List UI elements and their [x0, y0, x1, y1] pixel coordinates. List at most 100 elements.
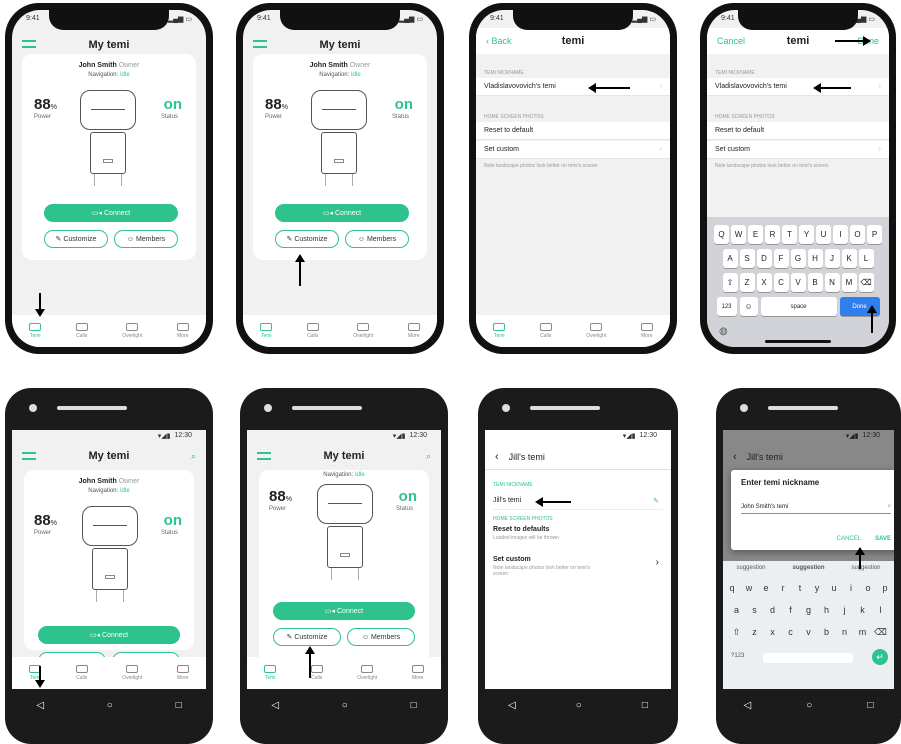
cancel-button[interactable]: CANCEL [837, 536, 861, 542]
tab-more[interactable]: More [407, 323, 420, 339]
key[interactable]: C [773, 273, 789, 292]
key[interactable]: k [855, 605, 871, 615]
home-icon[interactable]: ○ [576, 700, 582, 711]
key[interactable]: n [837, 627, 853, 638]
key[interactable]: L [858, 249, 874, 268]
key[interactable]: a [729, 605, 745, 615]
key[interactable]: B [807, 273, 823, 292]
shift-icon[interactable]: ⇧ [729, 627, 745, 638]
customize-button[interactable]: ✎ Customize [275, 230, 339, 248]
key[interactable]: W [731, 225, 746, 244]
cancel-button[interactable]: Cancel [717, 36, 745, 46]
key[interactable]: A [722, 249, 738, 268]
key[interactable]: X [756, 273, 772, 292]
key[interactable]: N [824, 273, 840, 292]
emoji-icon[interactable]: ☺ [739, 297, 758, 316]
tab-overlight[interactable]: Overlight [586, 323, 606, 339]
tab-more[interactable]: More [176, 323, 189, 339]
back-arrow-icon[interactable]: ‹ [723, 451, 747, 463]
key[interactable]: c [783, 627, 799, 638]
reset-row[interactable]: Reset to default [476, 122, 670, 140]
tab-overlight[interactable]: Overlight [122, 665, 142, 681]
backspace-icon[interactable]: ⌫ [873, 627, 889, 638]
suggestion[interactable]: suggestion [851, 565, 880, 571]
key[interactable]: D [756, 249, 772, 268]
pencil-icon[interactable]: ✎ [653, 497, 659, 505]
menu-icon[interactable] [22, 452, 36, 460]
home-icon[interactable]: ○ [806, 700, 812, 711]
tab-calls[interactable]: Calls [539, 323, 552, 339]
nickname-row[interactable]: Vladislavovovich's temi › [476, 78, 670, 96]
back-button[interactable]: ‹ Back [486, 36, 512, 46]
backspace-icon[interactable]: ⌫ [858, 273, 874, 292]
set-custom-row[interactable]: Set custom [493, 556, 531, 563]
key[interactable]: G [790, 249, 806, 268]
back-icon[interactable]: ◁ [744, 700, 752, 711]
menu-icon[interactable] [22, 40, 36, 48]
suggestion[interactable]: suggestion [736, 565, 765, 571]
key[interactable]: Q [714, 225, 729, 244]
recents-icon[interactable]: □ [642, 700, 648, 711]
tab-calls[interactable]: Calls [306, 323, 319, 339]
customize-button[interactable]: ✎ Customize [44, 230, 108, 248]
key[interactable]: z [747, 627, 763, 638]
numbers-key[interactable]: 123 [716, 297, 737, 316]
key[interactable]: K [841, 249, 857, 268]
tab-temi[interactable]: Temi [264, 665, 277, 681]
key[interactable]: p [877, 583, 893, 593]
connect-button[interactable]: ▭◂ Connect [273, 602, 415, 620]
members-button[interactable]: ☺ Members [347, 628, 415, 646]
nickname-input[interactable]: John Smith's temi × [741, 500, 891, 514]
key[interactable]: t [792, 583, 808, 593]
key[interactable]: H [807, 249, 823, 268]
tab-calls[interactable]: Calls [75, 323, 88, 339]
key[interactable]: M [841, 273, 857, 292]
enter-icon[interactable]: ↵ [872, 649, 888, 665]
reset-row[interactable]: Reset to default [707, 122, 889, 140]
key[interactable]: V [790, 273, 806, 292]
key[interactable]: E [748, 225, 763, 244]
key[interactable]: j [837, 605, 853, 615]
nickname-input[interactable]: Vladislavovovich's temi › [707, 78, 889, 96]
back-icon[interactable]: ◁ [36, 700, 44, 711]
shift-icon[interactable]: ⇧ [722, 273, 738, 292]
tab-temi[interactable]: Temi [493, 323, 506, 339]
connect-button[interactable]: ▭◂ Connect [38, 626, 180, 644]
key[interactable]: s [747, 605, 763, 615]
key[interactable]: P [867, 225, 882, 244]
key[interactable]: d [765, 605, 781, 615]
recents-icon[interactable]: □ [176, 700, 182, 711]
menu-icon[interactable] [257, 452, 271, 460]
globe-icon[interactable]: ◍ [719, 326, 728, 337]
search-icon[interactable]: ⌕ [426, 451, 431, 462]
connect-button[interactable]: ▭◂ Connect [275, 204, 409, 222]
back-arrow-icon[interactable]: ‹ [485, 451, 509, 463]
clear-icon[interactable]: × [887, 504, 891, 510]
key[interactable]: I [833, 225, 848, 244]
key[interactable]: b [819, 627, 835, 638]
tab-overlight[interactable]: Overlight [353, 323, 373, 339]
suggestion[interactable]: suggestion [792, 565, 824, 571]
key[interactable]: u [826, 583, 842, 593]
nickname-row[interactable]: Jill's temi ✎ [493, 492, 663, 510]
back-icon[interactable]: ◁ [508, 700, 516, 711]
search-icon[interactable]: ⌕ [191, 451, 196, 462]
key[interactable]: r [775, 583, 791, 593]
members-button[interactable]: ☺ Members [114, 230, 178, 248]
home-icon[interactable]: ○ [107, 700, 113, 711]
key[interactable]: f [783, 605, 799, 615]
key[interactable]: y [809, 583, 825, 593]
tab-more[interactable]: More [411, 665, 424, 681]
key[interactable]: Y [799, 225, 814, 244]
space-key[interactable] [763, 653, 853, 663]
key[interactable]: e [758, 583, 774, 593]
key[interactable]: Z [739, 273, 755, 292]
key[interactable]: R [765, 225, 780, 244]
key[interactable]: l [873, 605, 889, 615]
connect-button[interactable]: ▭◂ Connect [44, 204, 178, 222]
back-icon[interactable]: ◁ [271, 700, 279, 711]
home-icon[interactable]: ○ [342, 700, 348, 711]
tab-more[interactable]: More [176, 665, 189, 681]
key[interactable]: O [850, 225, 865, 244]
key[interactable]: i [843, 583, 859, 593]
